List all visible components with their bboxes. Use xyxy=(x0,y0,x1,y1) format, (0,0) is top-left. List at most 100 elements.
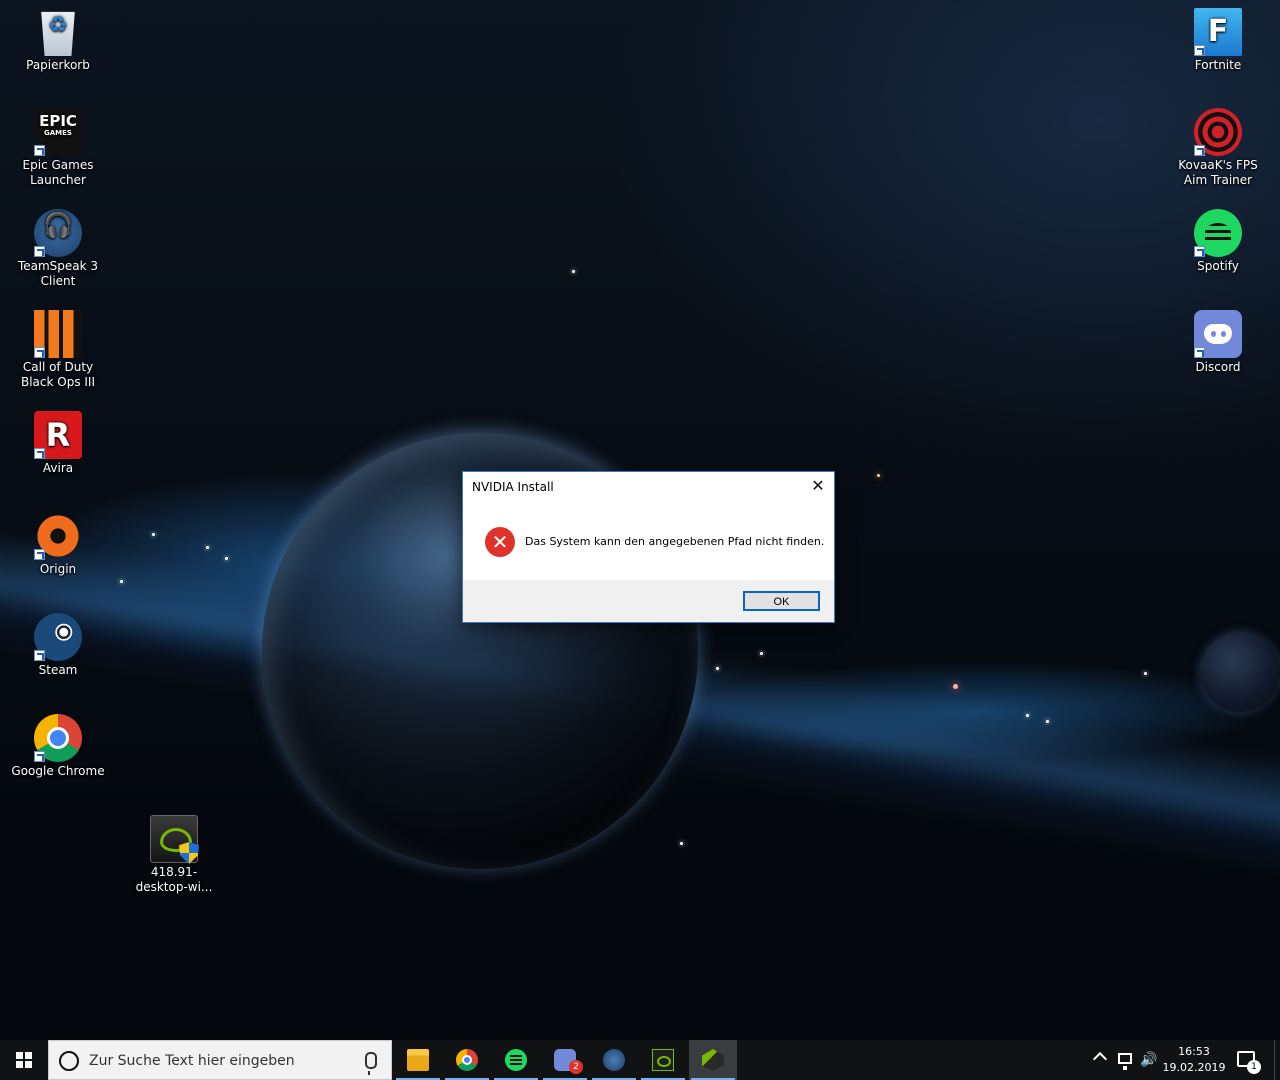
shortcut-arrow-icon xyxy=(1194,45,1205,56)
desktop-icon-label: Origin xyxy=(39,562,77,576)
taskbar-app-file-explorer[interactable] xyxy=(394,1040,442,1080)
call-of-duty-icon xyxy=(34,310,82,358)
start-button[interactable] xyxy=(0,1040,48,1080)
fortnite-glyph-text: F xyxy=(1207,14,1229,49)
teamspeak-icon xyxy=(603,1049,625,1071)
desktop-icon-google-chrome[interactable]: Google Chrome xyxy=(8,714,108,779)
taskbar: Zur Suche Text hier eingeben 2 🔊 16:53 1… xyxy=(0,1040,1280,1080)
windows-logo-icon xyxy=(16,1052,32,1068)
star xyxy=(877,474,880,477)
clock-time: 16:53 xyxy=(1178,1045,1210,1058)
installer-icon xyxy=(702,1049,724,1071)
close-icon[interactable]: ✕ xyxy=(802,472,834,500)
nvidia-install-dialog: NVIDIA Install ✕ ✕ Das System kann den a… xyxy=(462,471,835,623)
volume-icon[interactable]: 🔊 xyxy=(1140,1052,1158,1068)
desktop-icon-spotify[interactable]: Spotify xyxy=(1168,209,1268,274)
ok-button[interactable]: OK xyxy=(743,591,820,611)
desktop-icon-origin[interactable]: Origin xyxy=(8,512,108,577)
dialog-message: Das System kann den angegebenen Pfad nic… xyxy=(525,535,825,548)
shortcut-arrow-icon xyxy=(1194,347,1205,358)
star xyxy=(1026,714,1029,717)
taskbar-app-google-chrome[interactable] xyxy=(443,1040,491,1080)
moon xyxy=(1200,632,1280,712)
teamspeak-icon xyxy=(34,209,82,257)
desktop-icon-label: 418.91-desktop-wi... xyxy=(135,865,213,894)
star xyxy=(1144,672,1147,675)
desktop-icon-label: Avira xyxy=(42,461,74,475)
desktop-icon-label: Google Chrome xyxy=(11,764,105,778)
desktop-icon-call-of-duty[interactable]: Call of Duty Black Ops III xyxy=(8,310,108,390)
shortcut-arrow-icon xyxy=(34,650,45,661)
shortcut-arrow-icon xyxy=(1194,145,1205,156)
epic-games-icon: EPIC GAMES xyxy=(34,108,82,156)
cortana-icon xyxy=(59,1051,79,1071)
epic-glyph-text: EPIC xyxy=(39,112,77,130)
desktop-icon-kovaak[interactable]: KovaaK's FPS Aim Trainer xyxy=(1168,108,1268,188)
desktop-icon-label: Steam xyxy=(38,663,78,677)
nvidia-icon xyxy=(652,1049,674,1071)
desktop-icon-fortnite[interactable]: F Fortnite xyxy=(1168,8,1268,73)
shortcut-arrow-icon xyxy=(1194,246,1205,257)
desktop-icon-label: Papierkorb xyxy=(26,58,90,72)
star xyxy=(953,684,958,689)
taskbar-app-teamspeak[interactable] xyxy=(590,1040,638,1080)
error-icon: ✕ xyxy=(485,527,515,557)
nvidia-installer-icon xyxy=(150,815,199,864)
show-desktop-button[interactable] xyxy=(1274,1040,1280,1080)
steam-icon xyxy=(34,613,82,661)
desktop-icon-label: TeamSpeak 3 Client xyxy=(17,259,99,288)
star xyxy=(572,270,575,273)
desktop-icon-label: KovaaK's FPS Aim Trainer xyxy=(1178,158,1258,187)
desktop-icon-label: Spotify xyxy=(1197,259,1239,273)
desktop-icon-papierkorb[interactable]: Papierkorb xyxy=(8,8,108,73)
taskbar-app-discord[interactable]: 2 xyxy=(541,1040,589,1080)
shortcut-arrow-icon xyxy=(34,145,45,156)
dialog-footer: OK xyxy=(463,580,834,622)
shortcut-arrow-icon xyxy=(34,448,45,459)
star xyxy=(152,533,155,536)
desktop-icon-nvidia-driver-file[interactable]: 418.91-desktop-wi... xyxy=(124,815,224,895)
unread-badge: 2 xyxy=(569,1060,583,1074)
star xyxy=(680,842,683,845)
desktop-icon-label: Call of Duty Black Ops III xyxy=(20,360,96,389)
microphone-icon[interactable] xyxy=(365,1052,377,1075)
star xyxy=(1046,720,1049,723)
fortnite-icon: F xyxy=(1194,8,1242,56)
shortcut-arrow-icon xyxy=(34,549,45,560)
folder-icon xyxy=(407,1049,429,1071)
chrome-icon xyxy=(456,1049,478,1071)
chevron-up-icon[interactable] xyxy=(1092,1051,1108,1067)
dialog-title: NVIDIA Install xyxy=(472,480,554,494)
search-placeholder: Zur Suche Text hier eingeben xyxy=(89,1053,295,1069)
clock-date: 19.02.2019 xyxy=(1162,1061,1226,1074)
notification-badge: 1 xyxy=(1247,1060,1261,1074)
kovaak-icon xyxy=(1194,108,1242,156)
avira-icon: R xyxy=(34,411,82,459)
desktop-icon-epic-games-launcher[interactable]: EPIC GAMES Epic Games Launcher xyxy=(8,108,108,188)
desktop-icon-avira[interactable]: R Avira xyxy=(8,411,108,476)
taskbar-app-nvidia-installer[interactable] xyxy=(689,1040,737,1080)
desktop-icon-label: Discord xyxy=(1195,360,1241,374)
taskbar-app-spotify[interactable] xyxy=(492,1040,540,1080)
recycle-bin-icon xyxy=(41,11,75,56)
epic-glyph-sub: GAMES xyxy=(44,129,72,137)
taskbar-clock[interactable]: 16:53 19.02.2019 xyxy=(1162,1044,1226,1076)
desktop-icon-label: Fortnite xyxy=(1194,58,1242,72)
star xyxy=(716,667,719,670)
avira-glyph-text: R xyxy=(45,416,71,454)
shortcut-arrow-icon xyxy=(34,751,45,762)
shortcut-arrow-icon xyxy=(34,246,45,257)
desktop-icon-teamspeak[interactable]: TeamSpeak 3 Client xyxy=(8,209,108,289)
spotify-icon xyxy=(1194,209,1242,257)
star xyxy=(225,557,228,560)
taskbar-app-nvidia[interactable] xyxy=(639,1040,687,1080)
taskbar-search-box[interactable]: Zur Suche Text hier eingeben xyxy=(48,1040,392,1080)
desktop-icon-label: Epic Games Launcher xyxy=(22,158,94,187)
discord-icon xyxy=(1194,310,1242,358)
uac-shield-icon xyxy=(179,842,199,864)
star xyxy=(120,580,123,583)
network-icon[interactable] xyxy=(1118,1053,1132,1070)
origin-icon xyxy=(34,512,82,560)
desktop-icon-steam[interactable]: Steam xyxy=(8,613,108,678)
desktop-icon-discord[interactable]: Discord xyxy=(1168,310,1268,375)
